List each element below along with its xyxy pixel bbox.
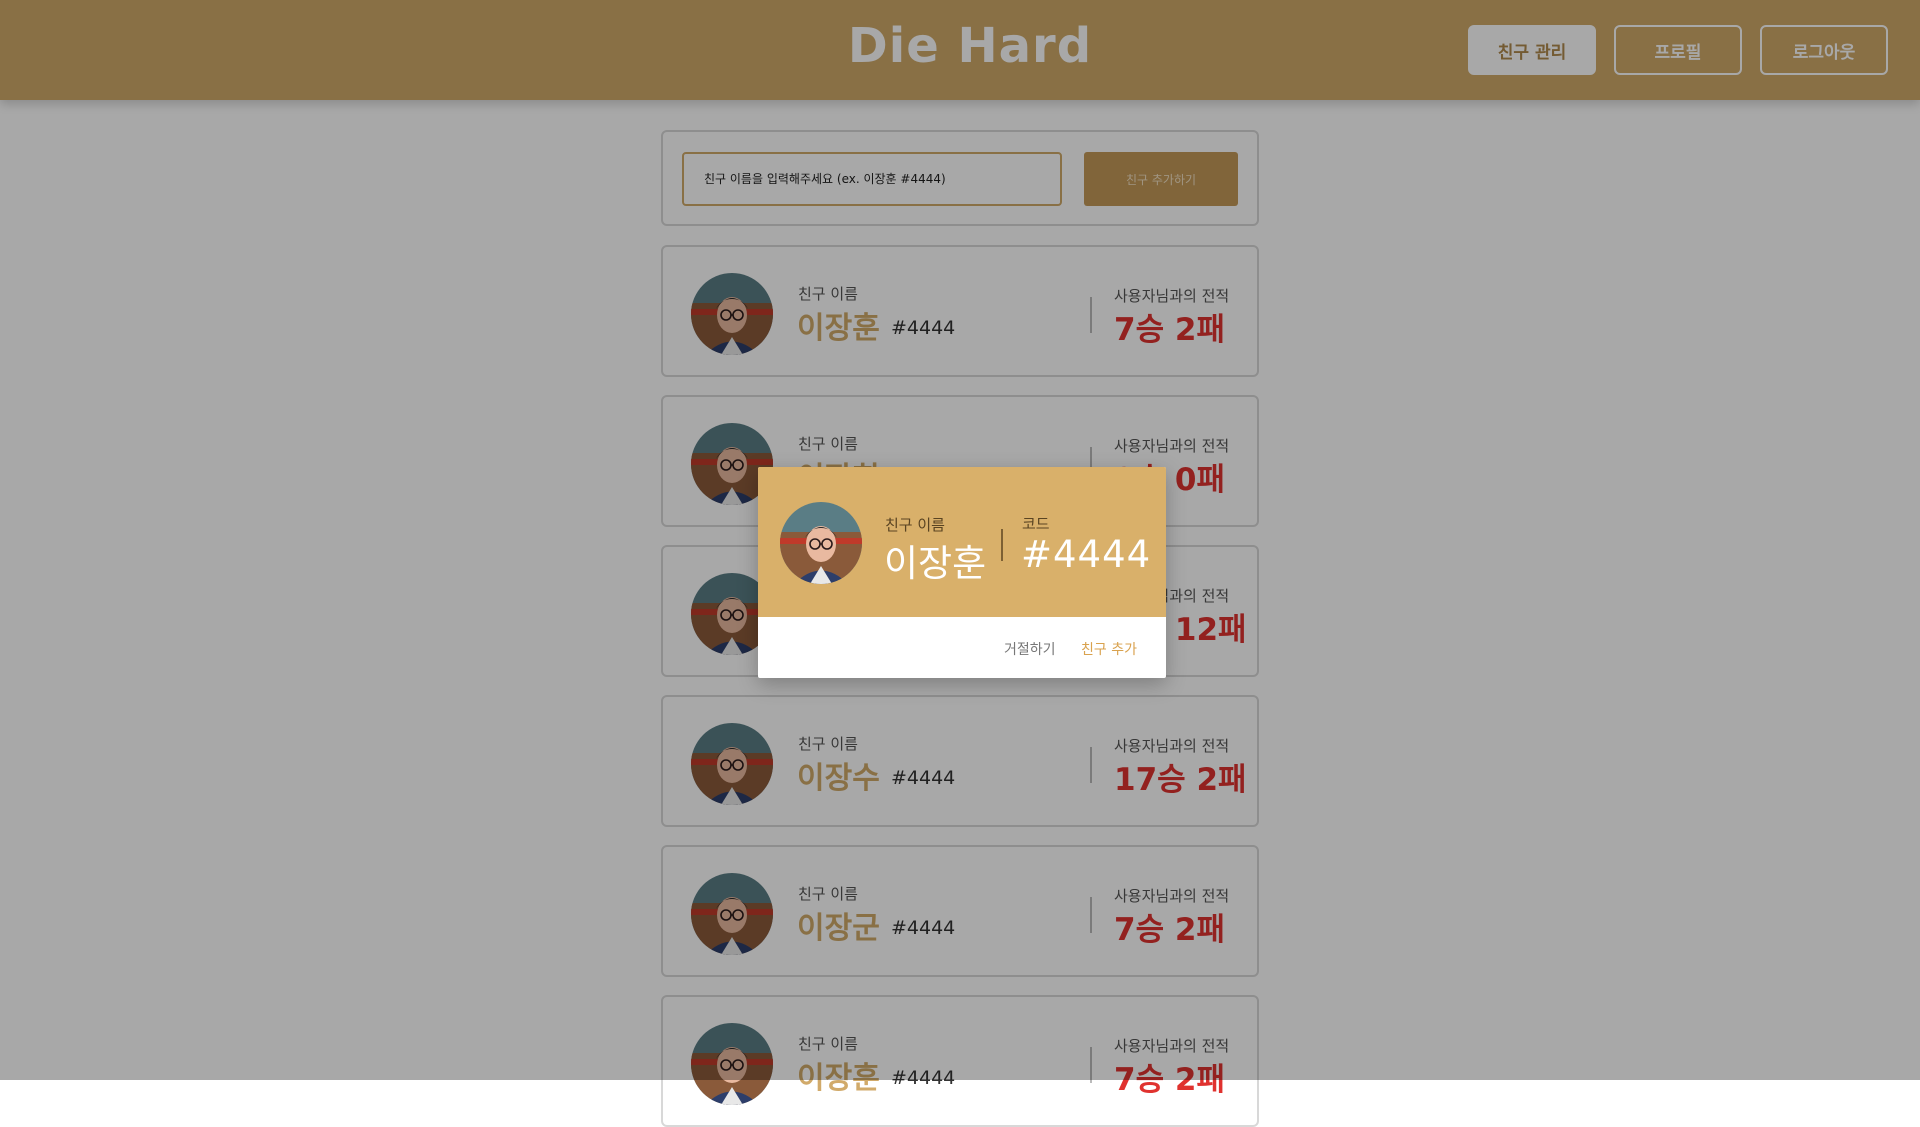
- accept-friend-button[interactable]: 친구 추가: [1081, 639, 1137, 659]
- reject-button[interactable]: 거절하기: [1004, 639, 1056, 659]
- avatar: [780, 502, 862, 584]
- modal-divider: [1001, 529, 1003, 561]
- modal-friend-code: #4444: [1021, 533, 1152, 576]
- modal-code-label: 코드: [1022, 515, 1050, 533]
- modal-header: 친구 이름 이장훈 코드 #4444: [758, 467, 1166, 617]
- modal-friend-name: 이장훈: [884, 542, 987, 585]
- avatar-photo-icon: [780, 502, 862, 584]
- friend-request-modal: 친구 이름 이장훈 코드 #4444 거절하기 친구 추가: [758, 467, 1166, 678]
- modal-name-label: 친구 이름: [885, 516, 945, 534]
